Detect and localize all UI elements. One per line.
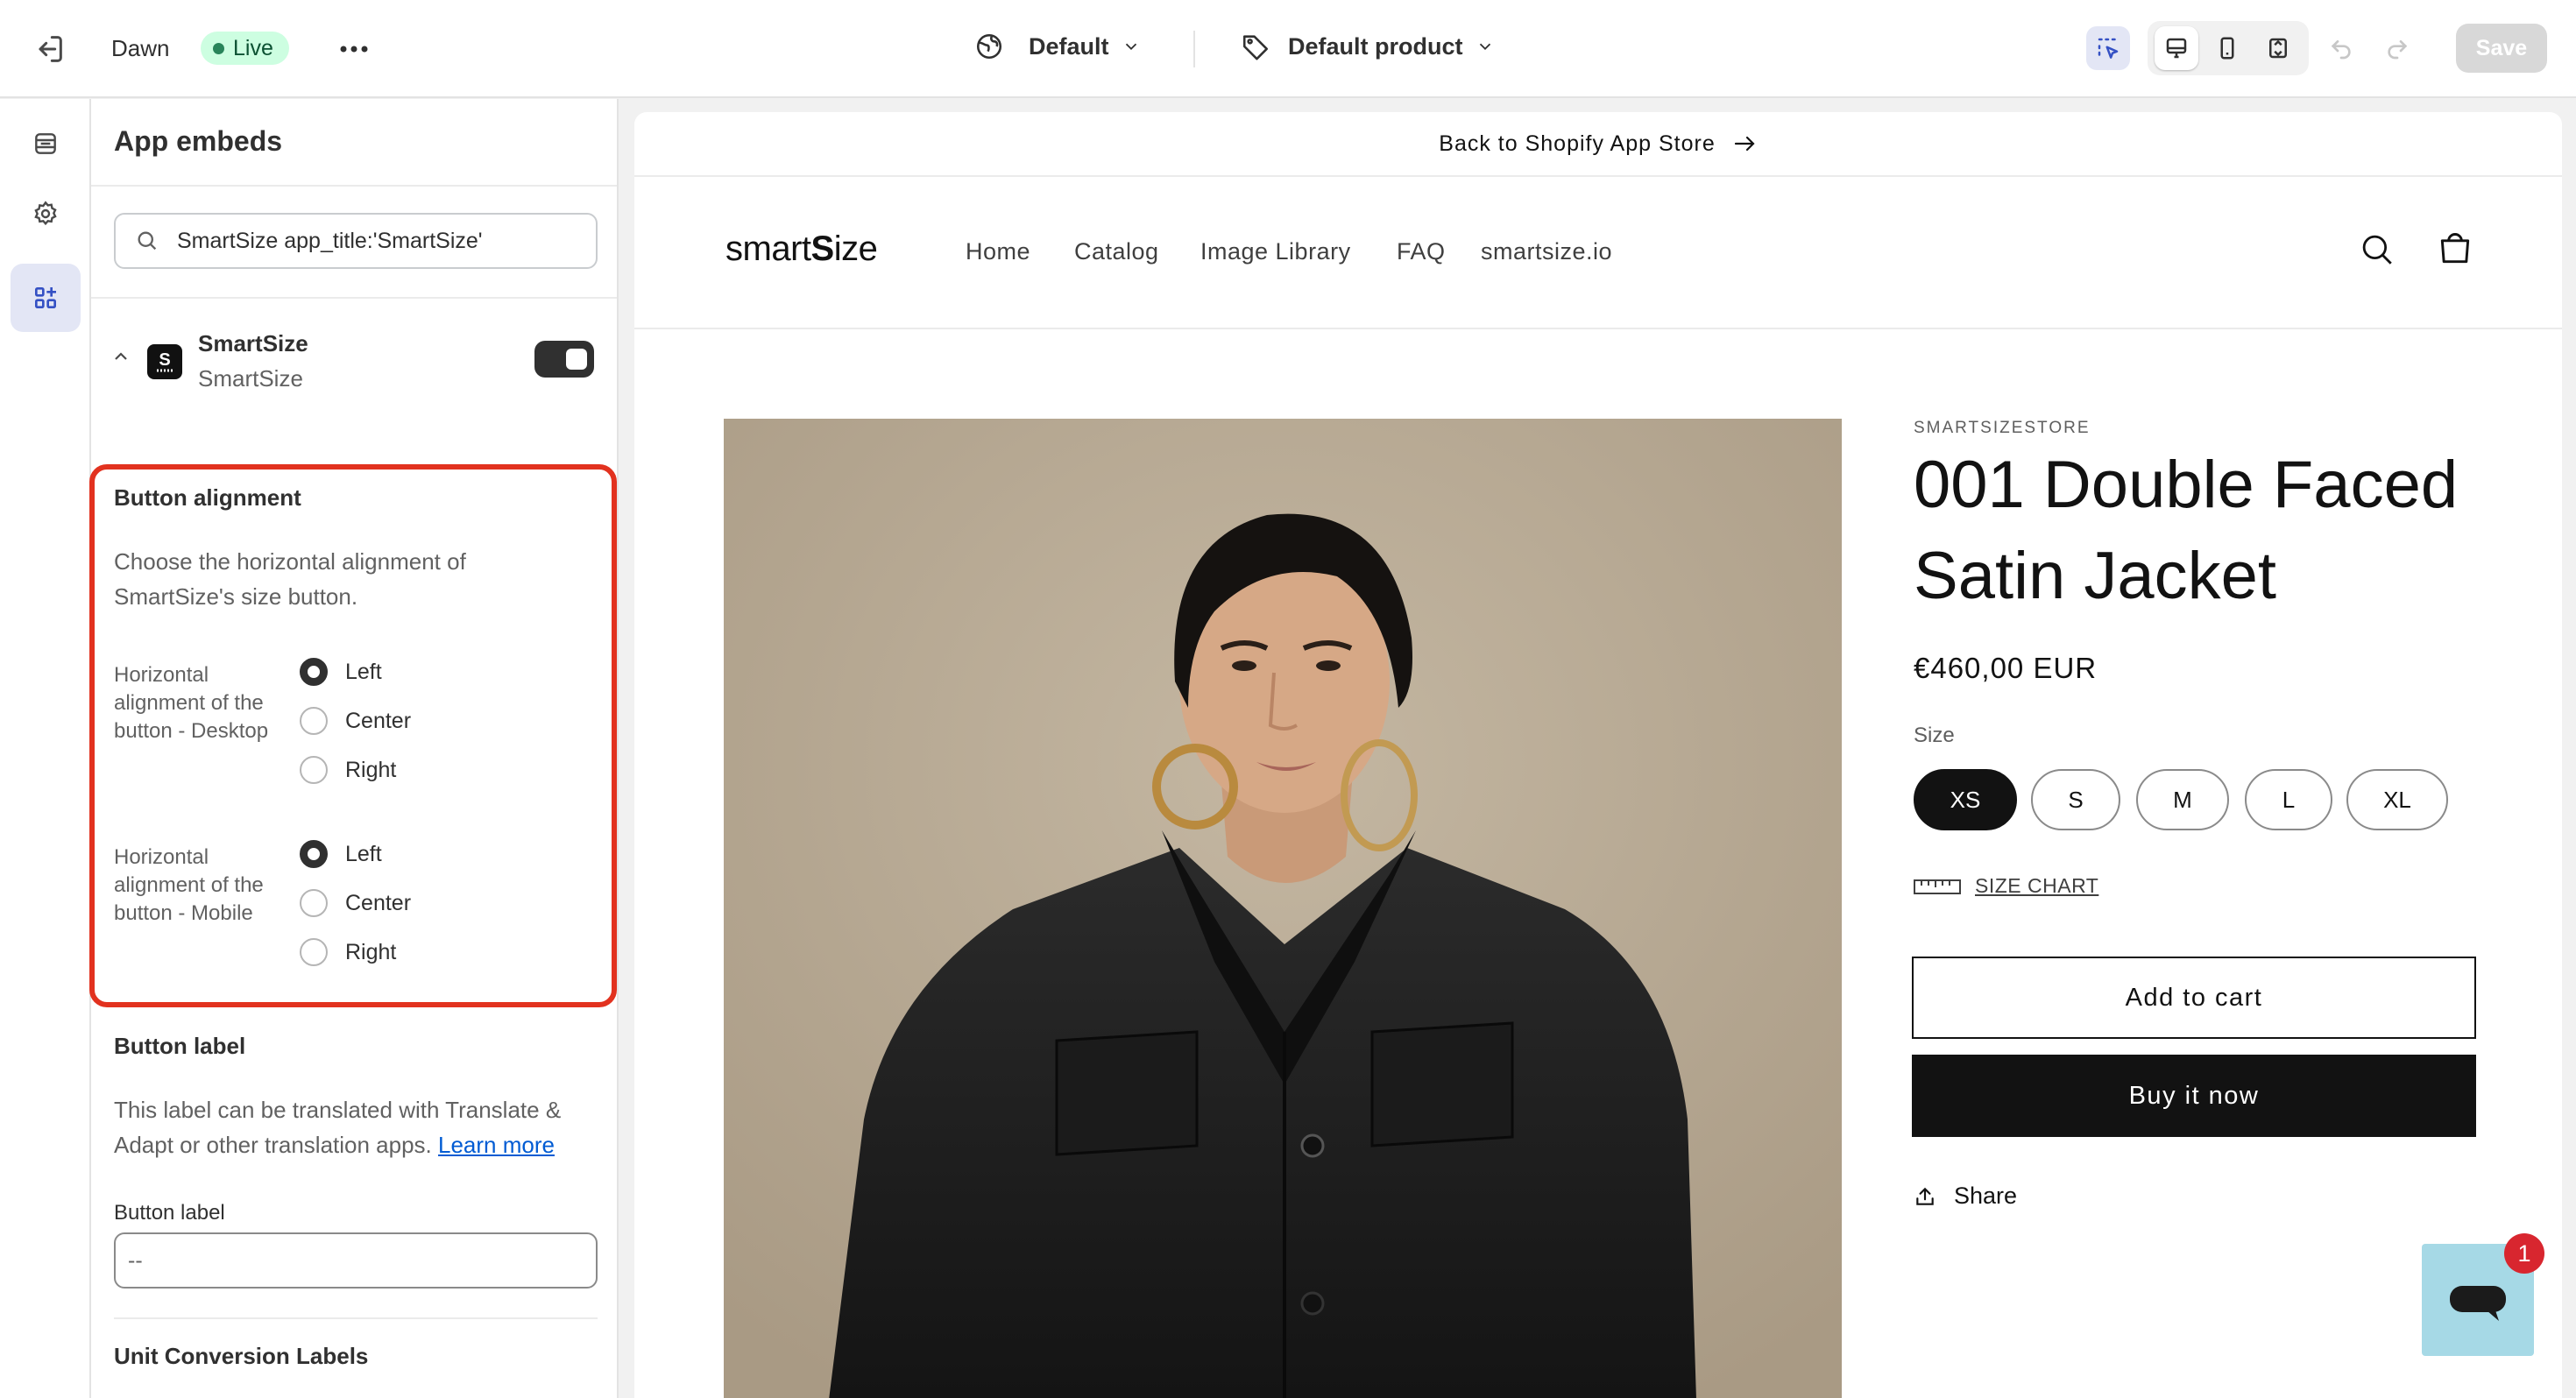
mobile-view-icon[interactable] [2205,26,2249,70]
storefront-preview: Back to Shopify App Store smartSize Home… [634,112,2562,1398]
cart-icon[interactable] [2436,229,2474,268]
panel-title: App embeds [114,125,283,157]
ruler-icon [1914,877,1961,896]
notification-badge: 1 [2504,1233,2544,1274]
buy-it-now-button[interactable]: Buy it now [1912,1055,2476,1137]
highlight-box [89,464,617,1007]
app-provider: SmartSize [198,365,303,392]
ellipsis-icon[interactable] [336,33,372,65]
chat-icon [2448,1281,2509,1324]
chevron-down-icon [1476,37,1495,56]
tag-icon [1241,32,1270,61]
unit-conversion-title: Unit Conversion Labels [114,1343,369,1369]
editor-topbar: Dawn Live Default Default product Save [0,0,2576,98]
app-embeds-nav-icon[interactable] [11,264,81,332]
share-button[interactable]: Share [1914,1183,2017,1210]
fullscreen-icon[interactable] [2256,26,2300,70]
logo-prefix: smart [725,229,811,268]
live-badge-label: Live [233,35,273,60]
chevron-up-icon[interactable] [110,346,131,367]
editor-rail [0,99,91,1398]
add-to-cart-button[interactable]: Add to cart [1912,957,2476,1039]
redo-icon[interactable] [2383,33,2411,61]
share-label: Share [1954,1183,2018,1209]
live-badge: Live [201,32,289,65]
announcement-text: Back to Shopify App Store [1439,131,1716,156]
divider [114,1317,598,1319]
nav-catalog[interactable]: Catalog [1074,238,1159,265]
button-label-input-value: -- [128,1247,143,1273]
nav-image-library[interactable]: Image Library [1200,238,1351,265]
template-select-label: Default [1029,32,1109,60]
app-name: SmartSize [198,330,308,357]
divider [1193,31,1195,67]
announcement-bar[interactable]: Back to Shopify App Store [634,112,2562,177]
search-icon [135,229,159,253]
size-option-xl[interactable]: XL [2346,769,2448,830]
svg-text:S: S [159,350,170,370]
product-selector[interactable]: Default product [1241,32,1495,61]
size-option-s[interactable]: S [2031,769,2120,830]
toggle-knob [566,349,587,370]
undo-icon[interactable] [2327,33,2355,61]
store-logo[interactable]: smartSize [725,229,878,269]
smartsize-app-icon: S [147,344,182,379]
size-chart-label: SIZE CHART [1975,874,2099,897]
nav-smartsize-io[interactable]: smartsize.io [1481,238,1612,265]
size-chart-link[interactable]: SIZE CHART [1914,874,2098,898]
nav-home[interactable]: Home [966,238,1030,265]
logo-suffix: ize [833,229,878,268]
button-label-description: This label can be translated with Transl… [114,1092,605,1162]
button-label-field-label: Button label [114,1201,225,1225]
size-option-m[interactable]: M [2136,769,2229,830]
inspector-icon[interactable] [2086,26,2130,70]
divider [91,185,617,187]
desktop-view-icon[interactable] [2155,26,2198,70]
product-select-label: Default product [1288,32,1463,60]
app-embed-toggle[interactable] [534,341,594,378]
button-label-title: Button label [114,1033,246,1059]
template-selector[interactable]: Default [974,32,1141,61]
divider [91,297,617,299]
product-title: 001 Double Faced Satin Jacket [1914,448,2459,613]
product-vendor: SMARTSIZESTORE [1914,419,2091,437]
learn-more-link[interactable]: Learn more [438,1132,555,1158]
product-price: €460,00 EUR [1914,652,2098,684]
arrow-right-icon [1733,133,1758,154]
size-option-l[interactable]: L [2245,769,2332,830]
divider [634,328,2562,329]
search-icon[interactable] [2359,231,2396,268]
size-option-xs[interactable]: XS [1914,769,2017,830]
sections-nav-icon[interactable] [11,109,81,178]
theme-name: Dawn [111,35,170,61]
share-icon [1914,1185,1936,1208]
logo-bold: S [810,229,835,268]
search-input[interactable]: SmartSize app_title:'SmartSize' [114,213,598,269]
device-switcher [2148,21,2309,75]
save-button[interactable]: Save [2456,24,2547,73]
product-image[interactable] [724,419,1842,1398]
nav-faq[interactable]: FAQ [1397,238,1446,265]
settings-gear-icon[interactable] [11,180,81,248]
search-value: SmartSize app_title:'SmartSize' [177,228,483,253]
exit-icon[interactable] [32,32,67,67]
live-dot-icon [213,42,224,54]
chevron-down-icon [1122,37,1141,56]
globe-icon [974,32,1004,61]
button-label-input[interactable]: -- [114,1232,598,1289]
size-label: Size [1914,724,1955,747]
